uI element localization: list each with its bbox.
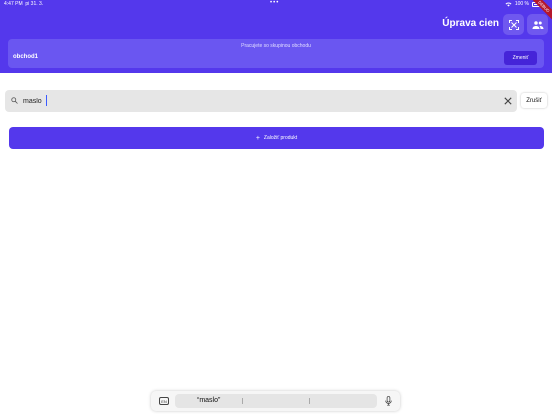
scan-icon <box>508 19 519 30</box>
multitasking-dots[interactable]: ••• <box>270 0 279 6</box>
keyboard-shortcut-bar: EN “maslo” <box>151 391 400 411</box>
search-icon <box>11 97 18 104</box>
battery-percent: 100 % <box>514 1 529 7</box>
suggestion-divider <box>242 398 243 404</box>
scan-button[interactable] <box>503 14 524 35</box>
search-field[interactable] <box>5 90 517 112</box>
page-title: Úprava cien <box>442 18 499 29</box>
clear-icon[interactable] <box>504 97 512 105</box>
suggestion-item[interactable]: “maslo” <box>197 397 220 404</box>
language-switch-button[interactable]: EN <box>159 397 169 405</box>
change-shop-button[interactable]: Zmeniť <box>504 51 537 65</box>
text-caret <box>46 95 47 106</box>
suggestion-divider <box>309 398 310 404</box>
cancel-search-button[interactable]: Zrušiť <box>521 93 547 108</box>
microphone-icon[interactable] <box>385 396 392 406</box>
shop-group-hint: Pracujete so skupinou obchodu <box>241 43 311 49</box>
users-icon <box>532 20 543 29</box>
users-button[interactable] <box>527 14 548 35</box>
search-input[interactable] <box>23 93 493 109</box>
top-header: 4:47 PM pi 31. 3. ••• 100 % DEBUG Úprava… <box>0 0 552 73</box>
wifi-icon <box>505 2 512 6</box>
create-product-button[interactable]: + Založiť produkt <box>9 127 544 149</box>
create-product-label: Založiť produkt <box>263 135 298 141</box>
status-bar: 4:47 PM pi 31. 3. ••• 100 % <box>0 0 552 10</box>
shop-name: obchod1 <box>13 54 38 60</box>
shop-group-card: Pracujete so skupinou obchodu obchod1 Zm… <box>8 39 544 68</box>
status-time: 4:47 PM pi 31. 3. <box>4 1 44 7</box>
plus-icon: + <box>255 134 260 142</box>
suggestion-bar: “maslo” <box>175 394 377 408</box>
